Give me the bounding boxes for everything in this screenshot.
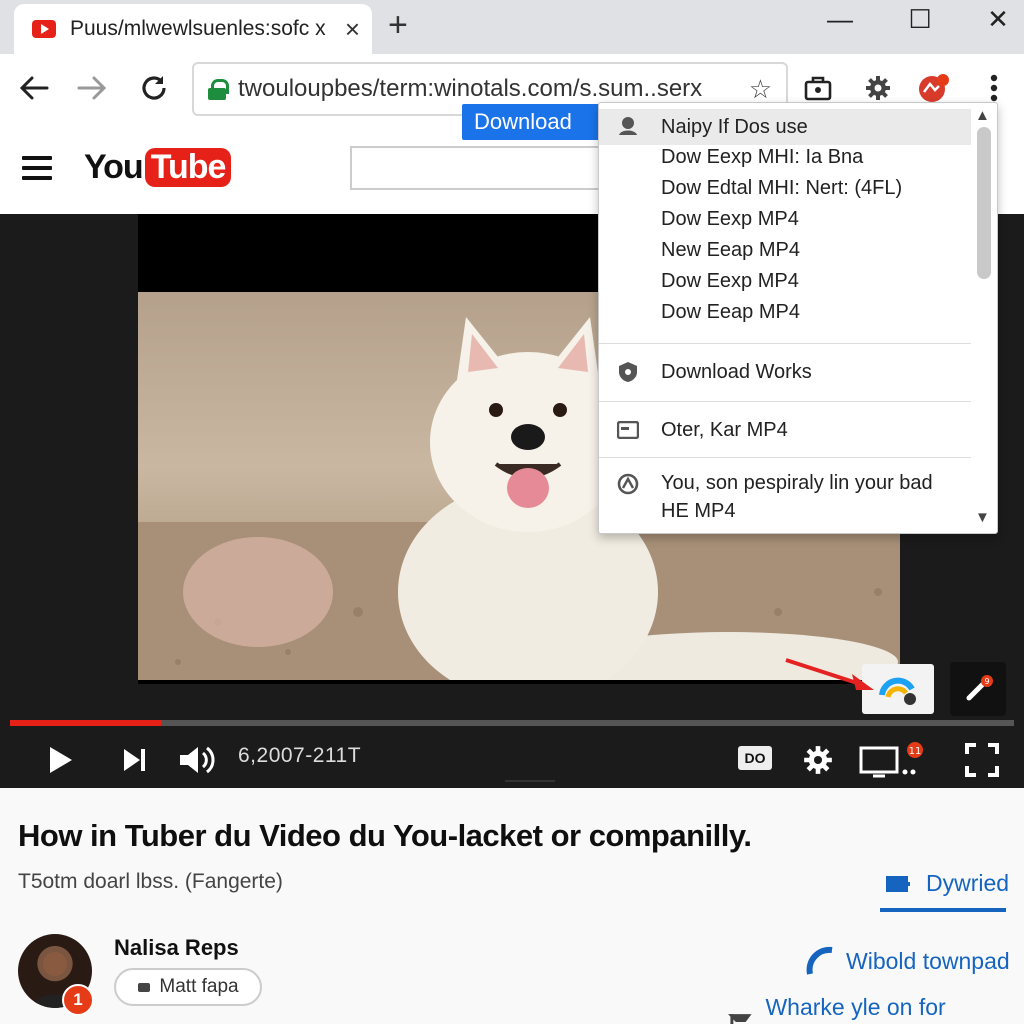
youtube-favicon-icon <box>32 20 56 38</box>
save-icon <box>886 875 910 892</box>
download-link-underline <box>880 908 1006 912</box>
youtube-logo[interactable]: You Tube <box>84 148 232 187</box>
lock-icon <box>208 79 229 100</box>
fullscreen-icon <box>965 743 999 777</box>
menu-item[interactable]: You, son pespiraly lin your bad HE MP4 <box>599 469 971 529</box>
settings-circle-icon <box>617 473 639 495</box>
url-text: twouloupbes/term:winotals.com/s.sum..ser… <box>238 75 703 102</box>
video-meta: T5otm doarl lbss. (Fangerte) <box>18 870 283 893</box>
menu-item[interactable]: Naipy If Dos use <box>599 109 971 145</box>
player-divider <box>505 780 555 782</box>
pencil-icon: 9 <box>966 675 993 701</box>
gear-icon <box>804 746 832 774</box>
maximize-button[interactable]: ☐ <box>900 4 940 35</box>
tab-title: Puus/mlwewlsuenles:sofc x <box>70 17 326 40</box>
vertical-dots-icon <box>990 74 998 102</box>
menu-divider <box>599 457 971 458</box>
download-link[interactable]: Dywried <box>884 870 1009 897</box>
bookmark-star-icon[interactable]: ☆ <box>749 74 772 105</box>
menu-item[interactable]: Dow Eexp MP4 <box>599 203 971 235</box>
next-button[interactable] <box>112 738 156 782</box>
time-display: 6,2007-211T <box>238 744 362 767</box>
download-extension-icon <box>879 677 916 705</box>
channel-name[interactable]: Nalisa Reps <box>114 935 239 961</box>
menu-divider <box>599 401 971 402</box>
scroll-up-icon[interactable]: ▲ <box>975 107 990 124</box>
video-title: How in Tuber du Video du You-lacket or c… <box>18 818 752 853</box>
new-tab-button[interactable]: + <box>388 8 408 42</box>
edit-button[interactable]: 9 <box>950 662 1006 716</box>
browser-tab-bar: Puus/mlwewlsuenles:sofc x × + — ☐ ✕ <box>0 0 1024 54</box>
menu-item[interactable]: Dow Eexp MHI: Ia Bna <box>599 141 971 173</box>
captions-button[interactable]: DO <box>738 746 772 770</box>
cast-monitor-icon: 11 <box>859 742 923 778</box>
menu-item[interactable]: Dow Eexp MP4 <box>599 265 971 297</box>
extension-red-icon <box>919 74 949 102</box>
flag-icon <box>727 1014 752 1024</box>
scroll-down-icon[interactable]: ▼ <box>975 509 990 526</box>
tab-close-button[interactable]: × <box>345 16 360 42</box>
download-icon <box>617 115 639 137</box>
gear-icon <box>866 76 890 100</box>
minimize-button[interactable]: — <box>820 4 860 35</box>
menu-item[interactable]: New Eeap MP4 <box>599 234 971 266</box>
play-icon <box>50 747 72 773</box>
cast-badge-count: 11 <box>909 746 922 757</box>
arrow-left-icon <box>19 76 49 100</box>
arrow-right-icon <box>77 76 107 100</box>
menu-item[interactable]: Dow Edtal MHI: Nert: (4FL) <box>599 172 971 204</box>
edit-badge-count: 9 <box>984 677 989 686</box>
fullscreen-button[interactable] <box>958 738 1006 782</box>
bell-icon <box>138 983 151 992</box>
wharke-link[interactable]: Wharke yle on for monory <box>726 994 1024 1024</box>
download-dropdown-menu: Naipy If Dos use Dow Eexp MHI: Ia Bna Do… <box>598 102 998 534</box>
menu-item[interactable]: Dow Eeap MP4 <box>599 296 971 328</box>
progress-bar[interactable] <box>10 720 1014 726</box>
red-arrow-icon <box>785 658 874 690</box>
progress-fill <box>10 720 161 726</box>
menu-divider <box>599 343 971 344</box>
volume-icon <box>180 746 215 774</box>
shield-icon <box>617 361 639 383</box>
skip-next-icon <box>124 749 145 771</box>
notification-badge: 1 <box>62 984 94 1016</box>
menu-scrollbar[interactable] <box>977 127 991 279</box>
close-window-button[interactable]: ✕ <box>978 4 1018 35</box>
menu-item[interactable]: Oter, Kar MP4 <box>599 411 971 449</box>
reload-icon <box>142 76 166 100</box>
back-button[interactable] <box>14 68 54 108</box>
arc-icon <box>806 946 833 975</box>
forward-button[interactable] <box>72 68 112 108</box>
settings-button[interactable] <box>796 738 840 782</box>
play-button[interactable] <box>38 738 82 782</box>
download-button[interactable]: Download <box>462 104 600 140</box>
hamburger-menu-icon[interactable] <box>22 156 52 180</box>
wibold-link[interactable]: Wibold townpad <box>806 946 1010 976</box>
reload-button[interactable] <box>134 68 174 108</box>
cast-button[interactable]: 11 <box>856 738 928 782</box>
briefcase-icon <box>804 76 832 101</box>
volume-button[interactable] <box>174 738 220 782</box>
browser-tab[interactable]: Puus/mlwewlsuenles:sofc x × <box>14 4 372 54</box>
menu-item[interactable]: Download Works <box>599 353 971 391</box>
subscribe-button[interactable]: Matt fapa <box>114 968 262 1006</box>
window-icon <box>617 419 639 441</box>
